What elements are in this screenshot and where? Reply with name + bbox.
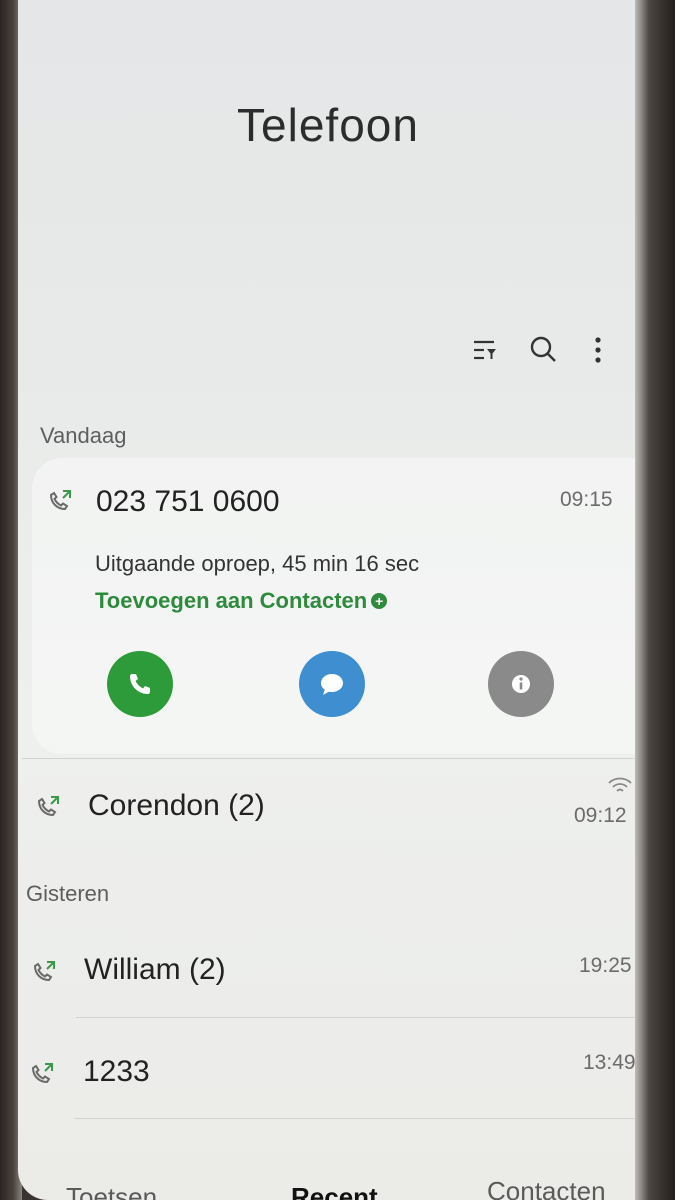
list-item-time: 13:49 [583,1051,636,1074]
section-yesterday-label: Gisteren [26,881,110,906]
filter-icon[interactable] [466,332,502,368]
toolbar [458,332,618,368]
call-button[interactable] [107,651,173,717]
search-icon[interactable] [526,332,562,368]
outgoing-call-icon [26,1059,56,1089]
outgoing-call-icon [44,486,74,516]
list-item-name[interactable]: William (2) [84,953,226,987]
divider [74,1118,638,1119]
phone-screen: Telefoon Vandaag 023 751 0600 09:15 Uitg… [18,0,638,1200]
list-item-time: 09:12 [574,804,627,827]
add-to-contacts-label: Toevoegen aan Contacten [95,588,368,613]
plus-icon: + [371,593,388,609]
tab-keypad[interactable]: Toetsen [66,1182,157,1200]
info-button[interactable] [488,651,554,717]
tab-recent[interactable]: Recent [291,1182,378,1200]
list-item-name[interactable]: 1233 [83,1055,150,1089]
more-vertical-icon[interactable] [580,332,616,368]
bottom-navigation: Toetsen Recent Contacten [18,1172,638,1200]
list-item-name[interactable]: Corendon (2) [88,789,265,823]
outgoing-call-icon [28,957,58,987]
entry-number: 023 751 0600 [96,485,280,518]
phone-icon [130,674,150,694]
page-title: Telefoon [237,99,419,151]
section-today-label: Vandaag [40,423,127,448]
wifi-calling-icon [606,774,634,796]
entry-time: 09:15 [560,488,613,511]
chat-bubble-icon [321,674,343,695]
info-icon [512,675,530,693]
message-button[interactable] [299,651,365,717]
list-item-time: 19:25 [579,954,632,977]
divider [22,758,638,759]
tab-contacts[interactable]: Contacten [487,1176,606,1200]
phone-bezel-right [635,0,675,1200]
outgoing-call-icon [32,792,62,822]
call-detail: Uitgaande oproep, 45 min 16 sec [95,551,420,576]
divider [76,1017,638,1018]
add-to-contacts-link[interactable]: Toevoegen aan Contacten + [95,588,388,614]
